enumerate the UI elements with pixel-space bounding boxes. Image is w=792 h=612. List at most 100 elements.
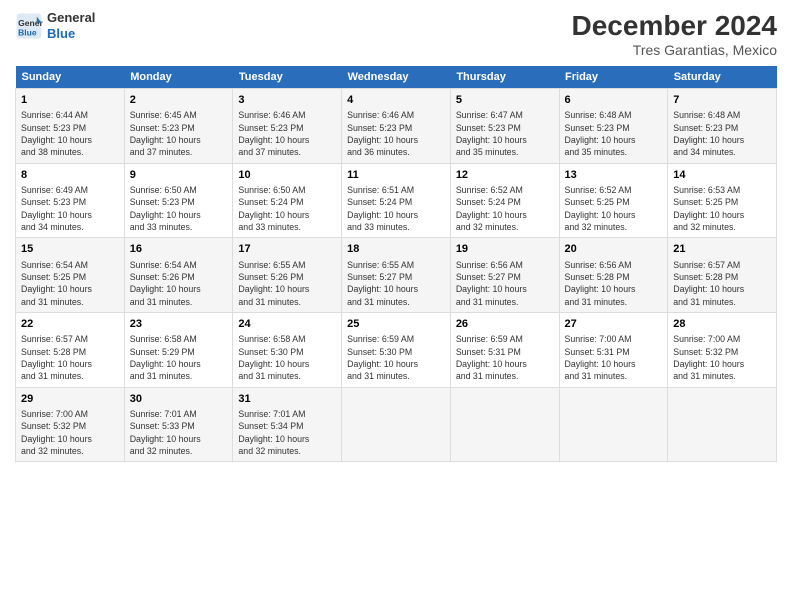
calendar-cell: 2Sunrise: 6:45 AM Sunset: 5:23 PM Daylig… — [124, 89, 233, 164]
day-number: 28 — [673, 317, 771, 332]
calendar-cell: 30Sunrise: 7:01 AM Sunset: 5:33 PM Dayli… — [124, 387, 233, 462]
logo-icon: General Blue — [15, 12, 43, 40]
day-info: Sunrise: 6:46 AM Sunset: 5:23 PM Dayligh… — [238, 109, 336, 158]
calendar-cell: 21 Sunrise: 6:57 AM Sunset: 5:28 PM Dayli… — [668, 238, 777, 313]
day-info: Sunrise: 7:00 AM Sunset: 5:32 PM Dayligh… — [21, 408, 119, 457]
day-info: Sunrise: 6:56 AM Sunset: 5:27 PM Dayligh… — [456, 259, 554, 308]
day-info: Sunrise: 7:00 AM Sunset: 5:32 PM Dayligh… — [673, 333, 771, 382]
calendar-cell: 13Sunrise: 6:52 AM Sunset: 5:25 PM Dayli… — [559, 163, 668, 238]
day-number: 6 — [565, 93, 663, 108]
calendar-header-row: SundayMondayTuesdayWednesdayThursdayFrid… — [16, 66, 777, 89]
day-info: Sunrise: 6:48 AM Sunset: 5:23 PM Dayligh… — [673, 109, 771, 158]
day-info: Sunrise: 6:51 AM Sunset: 5:24 PM Dayligh… — [347, 184, 445, 233]
title-block: December 2024 Tres Garantias, Mexico — [572, 10, 777, 58]
day-number: 22 — [21, 317, 119, 332]
day-info: Sunrise: 6:54 AM Sunset: 5:25 PM Dayligh… — [21, 259, 119, 308]
calendar-cell: 27Sunrise: 7:00 AM Sunset: 5:31 PM Dayli… — [559, 312, 668, 387]
day-number: 16 — [130, 242, 228, 257]
calendar-cell: 5Sunrise: 6:47 AM Sunset: 5:23 PM Daylig… — [450, 89, 559, 164]
calendar-cell: 28Sunrise: 7:00 AM Sunset: 5:32 PM Dayli… — [668, 312, 777, 387]
calendar-cell: 24Sunrise: 6:58 AM Sunset: 5:30 PM Dayli… — [233, 312, 342, 387]
day-number: 30 — [130, 392, 228, 407]
calendar-cell: 15Sunrise: 6:54 AM Sunset: 5:25 PM Dayli… — [16, 238, 125, 313]
day-info: Sunrise: 6:58 AM Sunset: 5:30 PM Dayligh… — [238, 333, 336, 382]
day-number: 9 — [130, 168, 228, 183]
calendar-cell: 3Sunrise: 6:46 AM Sunset: 5:23 PM Daylig… — [233, 89, 342, 164]
day-info: Sunrise: 6:46 AM Sunset: 5:23 PM Dayligh… — [347, 109, 445, 158]
weekday-header-sunday: Sunday — [16, 66, 125, 89]
logo-text-general: General — [47, 10, 95, 26]
weekday-header-wednesday: Wednesday — [342, 66, 451, 89]
day-number: 19 — [456, 242, 554, 257]
calendar-cell: 17 Sunrise: 6:55 AM Sunset: 5:26 PM Dayli… — [233, 238, 342, 313]
calendar-cell: 1Sunrise: 6:44 AM Sunset: 5:23 PM Daylig… — [16, 89, 125, 164]
day-info: Sunrise: 7:00 AM Sunset: 5:31 PM Dayligh… — [565, 333, 663, 382]
day-number: 3 — [238, 93, 336, 108]
calendar-cell: 12Sunrise: 6:52 AM Sunset: 5:24 PM Dayli… — [450, 163, 559, 238]
day-info: Sunrise: 6:57 AM Sunset: 5:28 PM Dayligh… — [21, 333, 119, 382]
calendar-cell: 16Sunrise: 6:54 AM Sunset: 5:26 PM Dayli… — [124, 238, 233, 313]
weekday-header-thursday: Thursday — [450, 66, 559, 89]
calendar-cell: 7Sunrise: 6:48 AM Sunset: 5:23 PM Daylig… — [668, 89, 777, 164]
day-number: 31 — [238, 392, 336, 407]
weekday-header-monday: Monday — [124, 66, 233, 89]
day-number: 27 — [565, 317, 663, 332]
calendar-week-row: 15Sunrise: 6:54 AM Sunset: 5:25 PM Dayli… — [16, 238, 777, 313]
calendar-week-row: 1Sunrise: 6:44 AM Sunset: 5:23 PM Daylig… — [16, 89, 777, 164]
day-number: 21 — [673, 242, 771, 257]
calendar-cell — [342, 387, 451, 462]
day-info: Sunrise: 6:47 AM Sunset: 5:23 PM Dayligh… — [456, 109, 554, 158]
calendar-cell: 19 Sunrise: 6:56 AM Sunset: 5:27 PM Dayli… — [450, 238, 559, 313]
day-info: Sunrise: 6:49 AM Sunset: 5:23 PM Dayligh… — [21, 184, 119, 233]
day-info: Sunrise: 6:50 AM Sunset: 5:23 PM Dayligh… — [130, 184, 228, 233]
calendar-page: General Blue General Blue December 2024 … — [0, 0, 792, 612]
day-number: 13 — [565, 168, 663, 183]
logo: General Blue General Blue — [15, 10, 95, 41]
calendar-cell: 4Sunrise: 6:46 AM Sunset: 5:23 PM Daylig… — [342, 89, 451, 164]
day-number: 4 — [347, 93, 445, 108]
day-number: 17 — [238, 242, 336, 257]
day-number: 20 — [565, 242, 663, 257]
day-info: Sunrise: 6:58 AM Sunset: 5:29 PM Dayligh… — [130, 333, 228, 382]
day-info: Sunrise: 6:55 AM Sunset: 5:26 PM Dayligh… — [238, 259, 336, 308]
calendar-cell: 10Sunrise: 6:50 AM Sunset: 5:24 PM Dayli… — [233, 163, 342, 238]
calendar-cell: 22Sunrise: 6:57 AM Sunset: 5:28 PM Dayli… — [16, 312, 125, 387]
calendar-subtitle: Tres Garantias, Mexico — [572, 42, 777, 58]
day-info: Sunrise: 6:56 AM Sunset: 5:28 PM Dayligh… — [565, 259, 663, 308]
day-number: 10 — [238, 168, 336, 183]
day-info: Sunrise: 7:01 AM Sunset: 5:34 PM Dayligh… — [238, 408, 336, 457]
calendar-cell: 25Sunrise: 6:59 AM Sunset: 5:30 PM Dayli… — [342, 312, 451, 387]
calendar-cell: 20 Sunrise: 6:56 AM Sunset: 5:28 PM Dayli… — [559, 238, 668, 313]
calendar-table: SundayMondayTuesdayWednesdayThursdayFrid… — [15, 66, 777, 462]
calendar-cell: 29Sunrise: 7:00 AM Sunset: 5:32 PM Dayli… — [16, 387, 125, 462]
calendar-cell — [559, 387, 668, 462]
day-number: 2 — [130, 93, 228, 108]
calendar-cell — [450, 387, 559, 462]
day-info: Sunrise: 6:52 AM Sunset: 5:24 PM Dayligh… — [456, 184, 554, 233]
calendar-cell: 18Sunrise: 6:55 AM Sunset: 5:27 PM Dayli… — [342, 238, 451, 313]
day-number: 26 — [456, 317, 554, 332]
day-info: Sunrise: 7:01 AM Sunset: 5:33 PM Dayligh… — [130, 408, 228, 457]
calendar-cell: 14Sunrise: 6:53 AM Sunset: 5:25 PM Dayli… — [668, 163, 777, 238]
day-number: 7 — [673, 93, 771, 108]
day-number: 24 — [238, 317, 336, 332]
day-number: 8 — [21, 168, 119, 183]
weekday-header-tuesday: Tuesday — [233, 66, 342, 89]
day-info: Sunrise: 6:53 AM Sunset: 5:25 PM Dayligh… — [673, 184, 771, 233]
day-info: Sunrise: 6:59 AM Sunset: 5:30 PM Dayligh… — [347, 333, 445, 382]
day-info: Sunrise: 6:57 AM Sunset: 5:28 PM Dayligh… — [673, 259, 771, 308]
calendar-cell: 9Sunrise: 6:50 AM Sunset: 5:23 PM Daylig… — [124, 163, 233, 238]
day-number: 23 — [130, 317, 228, 332]
day-number: 5 — [456, 93, 554, 108]
day-info: Sunrise: 6:45 AM Sunset: 5:23 PM Dayligh… — [130, 109, 228, 158]
day-number: 11 — [347, 168, 445, 183]
calendar-cell: 11Sunrise: 6:51 AM Sunset: 5:24 PM Dayli… — [342, 163, 451, 238]
logo-text-blue: Blue — [47, 26, 95, 42]
day-number: 14 — [673, 168, 771, 183]
calendar-week-row: 29Sunrise: 7:00 AM Sunset: 5:32 PM Dayli… — [16, 387, 777, 462]
day-info: Sunrise: 6:48 AM Sunset: 5:23 PM Dayligh… — [565, 109, 663, 158]
calendar-cell: 6Sunrise: 6:48 AM Sunset: 5:23 PM Daylig… — [559, 89, 668, 164]
calendar-cell: 8Sunrise: 6:49 AM Sunset: 5:23 PM Daylig… — [16, 163, 125, 238]
calendar-title: December 2024 — [572, 10, 777, 42]
day-number: 1 — [21, 93, 119, 108]
